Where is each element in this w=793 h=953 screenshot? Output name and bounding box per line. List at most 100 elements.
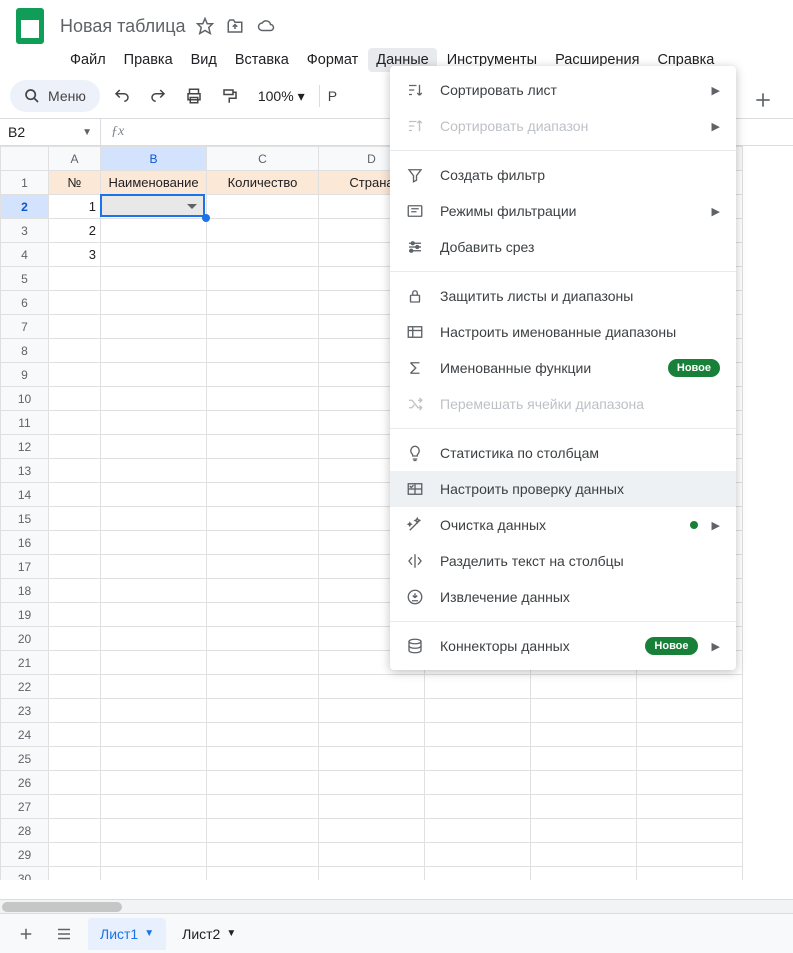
cell-B11[interactable] <box>101 411 207 435</box>
row-header-10[interactable]: 10 <box>1 387 49 411</box>
side-panel-add-button[interactable] <box>747 84 779 116</box>
menu-search-button[interactable]: Меню <box>10 80 100 112</box>
cell-D25[interactable] <box>319 747 425 771</box>
row-header-23[interactable]: 23 <box>1 699 49 723</box>
cell-A1[interactable]: № <box>49 171 101 195</box>
cell-A19[interactable] <box>49 603 101 627</box>
menu-item-split[interactable]: Разделить текст на столбцы <box>390 543 736 579</box>
cell-C6[interactable] <box>207 291 319 315</box>
cell-G29[interactable] <box>637 843 743 867</box>
cell-C24[interactable] <box>207 723 319 747</box>
cell-B25[interactable] <box>101 747 207 771</box>
cell-A6[interactable] <box>49 291 101 315</box>
menu-item-filter[interactable]: Создать фильтр <box>390 157 736 193</box>
cell-A26[interactable] <box>49 771 101 795</box>
row-header-11[interactable]: 11 <box>1 411 49 435</box>
cell-B21[interactable] <box>101 651 207 675</box>
sheets-logo[interactable] <box>10 6 50 46</box>
cell-C1[interactable]: Количество <box>207 171 319 195</box>
cell-B8[interactable] <box>101 339 207 363</box>
cell-B9[interactable] <box>101 363 207 387</box>
cell-C16[interactable] <box>207 531 319 555</box>
move-icon[interactable] <box>226 17 244 35</box>
row-header-6[interactable]: 6 <box>1 291 49 315</box>
cell-A30[interactable] <box>49 867 101 881</box>
cell-G25[interactable] <box>637 747 743 771</box>
cell-B27[interactable] <box>101 795 207 819</box>
row-header-20[interactable]: 20 <box>1 627 49 651</box>
cell-A11[interactable] <box>49 411 101 435</box>
menu-item-named-range[interactable]: Настроить именованные диапазоны <box>390 314 736 350</box>
cell-F22[interactable] <box>531 675 637 699</box>
row-header-17[interactable]: 17 <box>1 555 49 579</box>
cell-A15[interactable] <box>49 507 101 531</box>
cell-B19[interactable] <box>101 603 207 627</box>
cell-G28[interactable] <box>637 819 743 843</box>
row-header-30[interactable]: 30 <box>1 867 49 881</box>
cell-C3[interactable] <box>207 219 319 243</box>
cell-E22[interactable] <box>425 675 531 699</box>
cell-A27[interactable] <box>49 795 101 819</box>
cell-C17[interactable] <box>207 555 319 579</box>
cell-B17[interactable] <box>101 555 207 579</box>
cell-C23[interactable] <box>207 699 319 723</box>
cell-A13[interactable] <box>49 459 101 483</box>
cell-F23[interactable] <box>531 699 637 723</box>
cell-C18[interactable] <box>207 579 319 603</box>
select-all-corner[interactable] <box>1 147 49 171</box>
paint-format-button[interactable] <box>216 82 244 110</box>
cell-E26[interactable] <box>425 771 531 795</box>
menu-item-slicer[interactable]: Добавить срез <box>390 229 736 265</box>
cell-C4[interactable] <box>207 243 319 267</box>
cell-A24[interactable] <box>49 723 101 747</box>
menu-item-sort-sheet[interactable]: Сортировать лист▶ <box>390 72 736 108</box>
cell-F28[interactable] <box>531 819 637 843</box>
cell-B12[interactable] <box>101 435 207 459</box>
cell-F24[interactable] <box>531 723 637 747</box>
cell-B13[interactable] <box>101 459 207 483</box>
zoom-select[interactable]: 100% ▾ <box>252 88 311 105</box>
cell-E27[interactable] <box>425 795 531 819</box>
menu-вид[interactable]: Вид <box>183 48 225 72</box>
menu-item-lock[interactable]: Защитить листы и диапазоны <box>390 278 736 314</box>
menu-правка[interactable]: Правка <box>116 48 181 72</box>
row-header-4[interactable]: 4 <box>1 243 49 267</box>
cell-D23[interactable] <box>319 699 425 723</box>
row-header-18[interactable]: 18 <box>1 579 49 603</box>
col-header-C[interactable]: C <box>207 147 319 171</box>
cell-C19[interactable] <box>207 603 319 627</box>
cell-C9[interactable] <box>207 363 319 387</box>
row-header-27[interactable]: 27 <box>1 795 49 819</box>
cell-B7[interactable] <box>101 315 207 339</box>
cell-B15[interactable] <box>101 507 207 531</box>
cell-B26[interactable] <box>101 771 207 795</box>
cell-B23[interactable] <box>101 699 207 723</box>
menu-файл[interactable]: Файл <box>62 48 114 72</box>
cell-C30[interactable] <box>207 867 319 881</box>
cell-A7[interactable] <box>49 315 101 339</box>
cell-E29[interactable] <box>425 843 531 867</box>
all-sheets-button[interactable] <box>50 920 78 948</box>
row-header-16[interactable]: 16 <box>1 531 49 555</box>
menu-формат[interactable]: Формат <box>299 48 367 72</box>
row-header-22[interactable]: 22 <box>1 675 49 699</box>
cell-C28[interactable] <box>207 819 319 843</box>
row-header-15[interactable]: 15 <box>1 507 49 531</box>
col-header-B[interactable]: B <box>101 147 207 171</box>
cell-B24[interactable] <box>101 723 207 747</box>
menu-item-sigma[interactable]: Именованные функцииНовое <box>390 350 736 386</box>
cell-A5[interactable] <box>49 267 101 291</box>
cell-B16[interactable] <box>101 531 207 555</box>
cell-C15[interactable] <box>207 507 319 531</box>
cell-B20[interactable] <box>101 627 207 651</box>
row-header-7[interactable]: 7 <box>1 315 49 339</box>
cell-E24[interactable] <box>425 723 531 747</box>
menu-item-bulb[interactable]: Статистика по столбцам <box>390 435 736 471</box>
cell-A9[interactable] <box>49 363 101 387</box>
sheet-tab-Лист2[interactable]: Лист2▼ <box>170 918 248 950</box>
row-header-21[interactable]: 21 <box>1 651 49 675</box>
cell-C11[interactable] <box>207 411 319 435</box>
cell-A16[interactable] <box>49 531 101 555</box>
cell-A4[interactable]: 3 <box>49 243 101 267</box>
cell-E30[interactable] <box>425 867 531 881</box>
